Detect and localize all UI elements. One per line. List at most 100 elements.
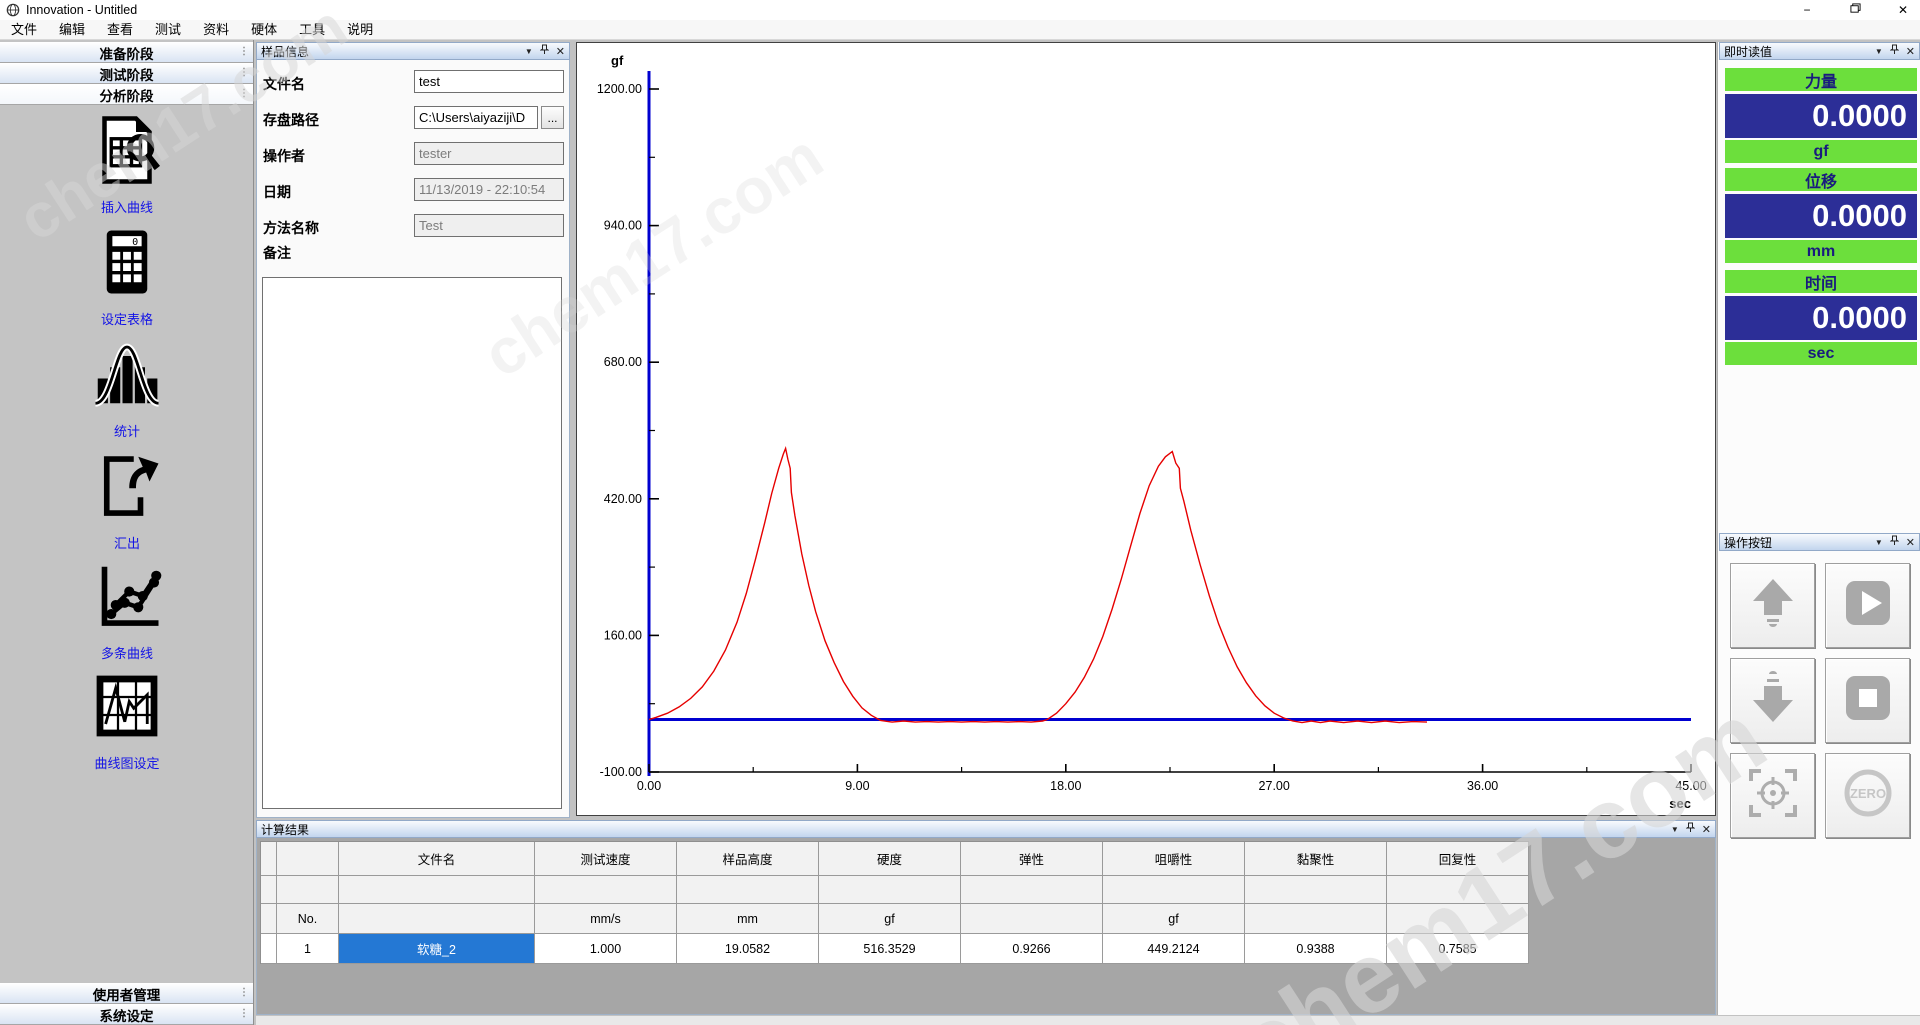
存盘路径-input[interactable]: C:\Users\aiyaziji\D (414, 106, 538, 129)
grip-icon: ⋮ (239, 987, 249, 998)
run-button[interactable] (1825, 563, 1910, 648)
table-header-cell: gf (1103, 904, 1245, 934)
svg-text:0: 0 (132, 237, 138, 248)
table-cell[interactable]: 0.7585 (1387, 934, 1529, 964)
table-cell[interactable]: 449.2124 (1103, 934, 1245, 964)
panel-pin-icon[interactable] (540, 44, 549, 58)
sidebar-bottom-button-1[interactable]: 系统设定⋮ (0, 1004, 253, 1025)
menu-item-7[interactable]: 说明 (336, 20, 384, 40)
table-header-cell (1387, 876, 1529, 904)
jog-up-button[interactable] (1730, 563, 1815, 648)
app-icon (6, 3, 20, 17)
sample-info-header: 样品信息 ▼ ✕ (256, 42, 570, 60)
tool-chart-settings[interactable]: 曲线图设定 (0, 670, 254, 772)
table-header-cell: 咀嚼性 (1103, 842, 1245, 876)
table-cell[interactable]: 0.9388 (1245, 934, 1387, 964)
title-bar: Innovation - Untitled − ✕ (0, 0, 1920, 20)
grip-icon: ⋮ (239, 46, 249, 57)
sidebar-bottom-button-0[interactable]: 使用者管理⋮ (0, 983, 253, 1004)
table-cell[interactable]: 19.0582 (677, 934, 819, 964)
table-cell[interactable] (261, 934, 277, 964)
svg-text:680.00: 680.00 (604, 355, 642, 369)
results-header: 计算结果 ▼ ✕ (256, 820, 1716, 838)
target-button[interactable] (1730, 753, 1815, 838)
svg-text:18.00: 18.00 (1050, 779, 1081, 793)
menu-item-3[interactable]: 测试 (144, 20, 192, 40)
jog-down-button[interactable] (1730, 658, 1815, 743)
stop-icon (1840, 670, 1896, 731)
reading-value: 0.0000 (1725, 94, 1917, 138)
panel-pin-icon[interactable] (1686, 822, 1695, 836)
tool-statistics[interactable]: 统计 (0, 338, 254, 440)
menu-item-1[interactable]: 编辑 (48, 20, 96, 40)
reading-unit: mm (1725, 240, 1917, 263)
table-header-cell (819, 876, 961, 904)
stage-button-1[interactable]: 测试阶段⋮ (0, 63, 253, 84)
table-header-cell (277, 842, 339, 876)
panel-close-icon[interactable]: ✕ (1702, 823, 1711, 836)
field-label: 日期 (263, 182, 291, 202)
panel-title: 计算结果 (261, 821, 1671, 838)
svg-text:ZERO: ZERO (1849, 786, 1885, 801)
close-button[interactable]: ✕ (1894, 1, 1912, 19)
table-header-cell (261, 904, 277, 934)
browse-button[interactable]: ... (541, 106, 564, 129)
panel-dropdown-icon[interactable]: ▼ (1875, 47, 1883, 56)
方法名称-input: Test (414, 214, 564, 237)
arrow-down-icon (1745, 670, 1801, 731)
grip-icon: ⋮ (239, 67, 249, 78)
restore-button[interactable] (1846, 1, 1864, 19)
minimize-button[interactable]: − (1798, 1, 1816, 19)
reading-label: 力量 (1725, 68, 1917, 91)
table-cell[interactable]: 516.3529 (819, 934, 961, 964)
tool-insert-curve[interactable]: 插入曲线 (0, 114, 254, 216)
table-header-cell (261, 842, 277, 876)
zero-button[interactable]: ZERO (1825, 753, 1910, 838)
panel-title: 样品信息 (261, 43, 525, 60)
panel-pin-icon[interactable] (1890, 535, 1899, 549)
svg-text:sec: sec (1669, 796, 1691, 811)
notes-label: 备注 (263, 243, 291, 263)
panel-close-icon[interactable]: ✕ (1906, 536, 1915, 549)
文件名-input[interactable]: test (414, 70, 564, 93)
table-header-cell (535, 876, 677, 904)
panel-close-icon[interactable]: ✕ (556, 45, 565, 58)
table-cell[interactable]: 1.000 (535, 934, 677, 964)
readings-header: 即时读值 ▼ ✕ (1719, 42, 1920, 60)
panel-pin-icon[interactable] (1890, 44, 1899, 58)
table-header-cell (339, 876, 535, 904)
panel-dropdown-icon[interactable]: ▼ (1875, 538, 1883, 547)
tool-export[interactable]: 汇出 (0, 450, 254, 552)
menu-item-4[interactable]: 资料 (192, 20, 240, 40)
table-cell[interactable]: 0.9266 (961, 934, 1103, 964)
tool-set-table[interactable]: 0设定表格 (0, 226, 254, 328)
status-strip (256, 1015, 1920, 1025)
table-cell[interactable]: 1 (277, 934, 339, 964)
notes-textarea[interactable] (262, 277, 562, 809)
svg-text:160.00: 160.00 (604, 628, 642, 642)
stage-button-2[interactable]: 分析阶段⋮ (0, 84, 253, 105)
menu-item-5[interactable]: 硬体 (240, 20, 288, 40)
panel-close-icon[interactable]: ✕ (1906, 45, 1915, 58)
menu-item-0[interactable]: 文件 (0, 20, 48, 40)
field-label: 存盘路径 (263, 110, 319, 130)
stage-button-0[interactable]: 准备阶段⋮ (0, 42, 253, 63)
table-cell[interactable]: 软糖_2 (339, 934, 535, 964)
table-header-cell (339, 904, 535, 934)
svg-text:-100.00: -100.00 (600, 765, 642, 779)
table-header-cell (261, 876, 277, 904)
stop-button[interactable] (1825, 658, 1910, 743)
menu-item-2[interactable]: 查看 (96, 20, 144, 40)
sample-info-panel: 样品信息 ▼ ✕ 文件名test存盘路径C:\Users\aiyaziji\D.… (256, 42, 570, 818)
window-title: Innovation - Untitled (26, 3, 137, 17)
force-time-chart: -100.00160.00420.00680.00940.001200.000.… (577, 43, 1715, 815)
panel-dropdown-icon[interactable]: ▼ (525, 47, 533, 56)
reading-unit: gf (1725, 140, 1917, 163)
panel-dropdown-icon[interactable]: ▼ (1671, 825, 1679, 834)
menu-item-6[interactable]: 工具 (288, 20, 336, 40)
tool-multi-curve[interactable]: 多条曲线 (0, 560, 254, 662)
target-icon (1745, 765, 1801, 826)
table-header-cell (277, 876, 339, 904)
insert-curve-icon (91, 114, 163, 186)
svg-text:420.00: 420.00 (604, 492, 642, 506)
